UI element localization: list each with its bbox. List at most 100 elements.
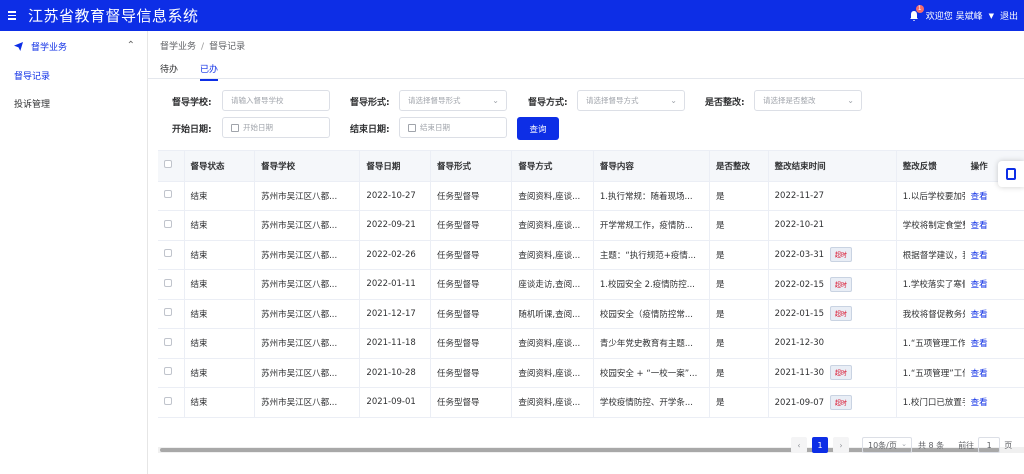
row-checkbox[interactable] (164, 308, 172, 317)
breadcrumb: 督学业务 / 督导记录 (160, 39, 245, 52)
cell-method: 查阅资料,座谈... (511, 387, 594, 418)
cell-rectify: 是 (709, 240, 769, 270)
cell-status: 结束 (184, 181, 256, 211)
row-select-cell (158, 358, 185, 388)
end-date-picker[interactable]: 结束日期 (399, 117, 507, 138)
sidebar: 督学业务 ⌃ 督导记录 投诉管理 (0, 31, 148, 474)
chevron-down-icon: ⌄ (492, 96, 499, 105)
cell-school: 苏州市吴江区八都... (254, 299, 361, 329)
welcome-user[interactable]: 欢迎您 吴斌峰 (926, 9, 983, 22)
cell-rectify: 是 (709, 328, 769, 359)
cell-form: 任务型督导 (430, 210, 513, 241)
cell-end: 2022-10-21 (768, 210, 897, 241)
caret-down-icon[interactable]: ▼ (989, 12, 994, 20)
cell-method: 查阅资料,座谈... (511, 240, 594, 270)
select-all-checkbox[interactable] (164, 160, 172, 169)
view-link[interactable]: 查看 (971, 251, 988, 261)
column-header: 是否整改 (709, 151, 769, 182)
cell-method: 查阅资料,座谈... (511, 358, 594, 388)
row-actions-cell: 查看 (964, 210, 1024, 241)
breadcrumb-level1[interactable]: 督学业务 (160, 42, 196, 52)
row-checkbox[interactable] (164, 278, 172, 287)
cell-date: 2022-10-27 (359, 181, 431, 211)
start-date-picker[interactable]: 开始日期 (222, 117, 330, 138)
cell-content: 校园安全（疫情防控常... (593, 299, 711, 329)
column-header: 督导日期 (359, 151, 431, 182)
row-select-cell (158, 210, 185, 241)
view-link[interactable]: 查看 (971, 280, 988, 290)
row-select-cell (158, 299, 185, 329)
method-select[interactable]: 请选择督导方式 ⌄ (577, 90, 685, 111)
cell-method: 随机听课,查阅... (511, 299, 594, 329)
cell-school: 苏州市吴江区八都... (254, 181, 361, 211)
cell-content: 校园安全 + “一校一案”... (593, 358, 711, 388)
timeout-badge: 超时 (830, 365, 853, 381)
cell-content: 1.校园安全 2.疫情防控... (593, 269, 711, 300)
cell-form: 任务型督导 (430, 181, 513, 211)
row-checkbox[interactable] (164, 337, 172, 346)
view-link[interactable]: 查看 (971, 192, 988, 202)
table-row: 结束 苏州市吴江区八都... 2021-11-18 任务型督导 查阅资料,座谈... 青少… (158, 328, 1024, 359)
view-link[interactable]: 查看 (971, 369, 988, 379)
goto-suffix: 页 (1004, 440, 1013, 450)
prev-page-button[interactable]: ‹ (791, 437, 807, 453)
cell-rectify: 是 (709, 181, 769, 211)
view-link[interactable]: 查看 (971, 398, 988, 408)
start-date-placeholder: 开始日期 (243, 123, 273, 132)
table-row: 结束 苏州市吴江区八都... 2021-12-17 任务型督导 随机听课,查阅... 校园… (158, 299, 1024, 329)
calendar-icon (231, 123, 239, 132)
chevron-up-icon: ⌃ (126, 40, 135, 51)
end-date-text: 2021-11-30 (774, 368, 825, 379)
goto-page-input[interactable]: 1 (978, 437, 1001, 453)
cell-form: 任务型督导 (430, 387, 513, 418)
paper-plane-icon (14, 41, 23, 51)
tabs-divider (148, 78, 1024, 79)
chevron-down-icon: ⌄ (847, 96, 854, 105)
pagination: ‹ 1 › 10条/页 ⌄ 共 8 条 前往 1 页 (791, 436, 1012, 454)
timeout-badge: 超时 (830, 394, 853, 410)
bell-icon[interactable]: 1 (908, 4, 924, 22)
main-content: 督学业务 / 督导记录 待办 已办 督导学校: 请输入督导学校 督导形式: 请选择督… (148, 31, 1024, 474)
school-input[interactable]: 请输入督导学校 (222, 90, 330, 111)
view-link[interactable]: 查看 (971, 339, 988, 349)
row-checkbox[interactable] (164, 190, 172, 199)
sidebar-group-label: 督学业务 (31, 42, 68, 53)
table-row: 结束 苏州市吴江区八都... 2022-02-26 任务型督导 查阅资料,座谈... 主题… (158, 240, 1024, 270)
header-right: 1 欢迎您 吴斌峰 ▼ 退出 (908, 0, 1018, 31)
hamburger-menu-icon[interactable] (8, 11, 22, 20)
cell-date: 2022-09-21 (359, 210, 431, 241)
cell-rectify: 是 (709, 210, 769, 241)
view-link[interactable]: 查看 (971, 310, 988, 320)
column-header: 整改结束时间 (768, 151, 897, 182)
end-date-text: 2022-11-27 (774, 190, 825, 201)
row-checkbox[interactable] (164, 396, 172, 405)
query-button[interactable]: 查询 (517, 117, 559, 140)
cell-method: 查阅资料,座谈... (511, 181, 594, 211)
float-panel-button[interactable] (998, 161, 1024, 187)
cell-form: 任务型督导 (430, 328, 513, 359)
row-checkbox[interactable] (164, 219, 172, 228)
end-date-text: 2022-03-31 (774, 250, 825, 261)
page-number-current[interactable]: 1 (812, 437, 828, 453)
next-page-button[interactable]: › (833, 437, 849, 453)
row-checkbox[interactable] (164, 249, 172, 258)
sidebar-group-supervision[interactable]: 督学业务 ⌃ (0, 31, 147, 61)
cell-school: 苏州市吴江区八都... (254, 269, 361, 300)
sidebar-item-records[interactable]: 督导记录 (0, 61, 147, 89)
row-actions-cell: 查看 (964, 299, 1024, 329)
form-select[interactable]: 请选择督导形式 ⌄ (399, 90, 507, 111)
row-checkbox[interactable] (164, 367, 172, 376)
view-link[interactable]: 查看 (971, 221, 988, 231)
form-select-placeholder: 请选择督导形式 (408, 96, 461, 105)
cell-date: 2021-10-28 (359, 358, 431, 388)
rectify-select[interactable]: 请选择是否整改 ⌄ (754, 90, 862, 111)
cell-form: 任务型督导 (430, 269, 513, 300)
breadcrumb-level2: 督导记录 (209, 42, 246, 52)
timeout-badge: 超时 (830, 247, 853, 263)
sidebar-item-complaints[interactable]: 投诉管理 (0, 89, 147, 117)
page-size-select[interactable]: 10条/页 ⌄ (862, 437, 912, 453)
cell-status: 结束 (184, 210, 256, 241)
calendar-icon (408, 123, 416, 132)
logout-link[interactable]: 退出 (1000, 9, 1018, 22)
cell-method: 座谈走访,查阅... (511, 269, 594, 300)
